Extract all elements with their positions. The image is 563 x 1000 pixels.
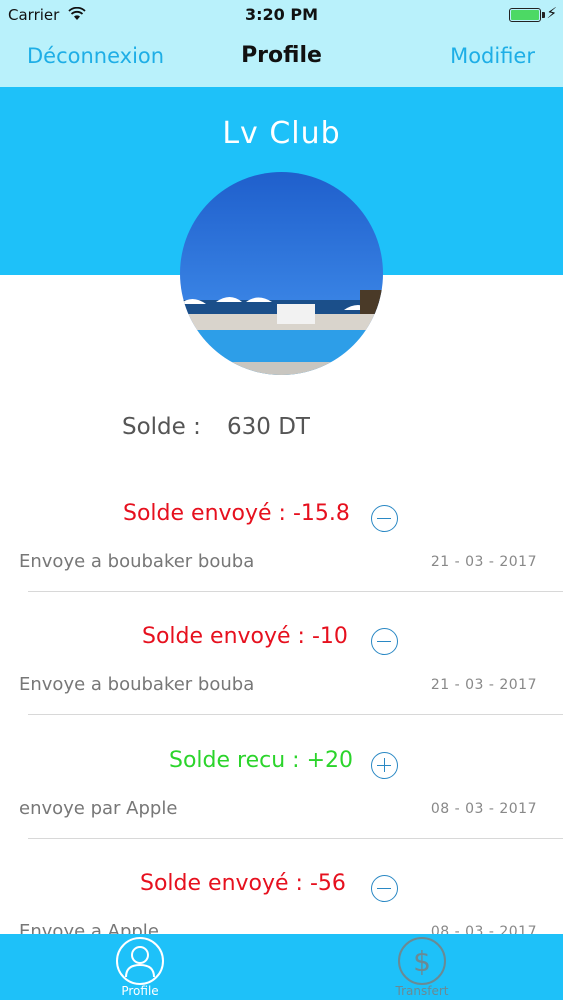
navigation-bar: Déconnexion Profile Modifier [0,30,563,87]
transaction-item: Solde envoyé : -10 Envoye a boubaker bou… [0,624,563,748]
divider [28,714,563,715]
profile-photo [180,172,383,375]
user-icon [116,937,164,985]
transaction-title: Solde envoyé : -15.8 [123,501,350,526]
charging-bolt-icon: ⚡ [546,4,557,22]
tab-label: Transfert [395,984,449,998]
plus-circle-icon[interactable] [371,752,398,779]
status-bar: Carrier 3:20 PM ⚡ [0,0,563,30]
transaction-item: Solde envoyé : -15.8 Envoye a boubaker b… [0,501,563,625]
transaction-title: Solde recu : +20 [169,748,353,773]
battery-tip [542,12,545,18]
transaction-date: 21 - 03 - 2017 [430,554,537,570]
transaction-date: 21 - 03 - 2017 [430,677,537,693]
transaction-title: Solde envoyé : -56 [140,871,346,896]
minus-circle-icon[interactable] [371,875,398,902]
balance-label: Solde : [122,414,201,440]
battery-icon [509,8,541,22]
transaction-description: envoye par Apple [19,798,178,819]
tab-transfert[interactable]: $ Transfert [362,934,482,1000]
transaction-description: Envoye a boubaker bouba [19,551,255,572]
tab-bar: Profile $ Transfert [0,934,563,1000]
minus-circle-icon[interactable] [371,628,398,655]
edit-button[interactable]: Modifier [450,44,535,68]
transaction-title: Solde envoyé : -10 [142,624,348,649]
tab-label: Profile [121,984,159,998]
minus-circle-icon[interactable] [371,505,398,532]
club-name: Lv Club [222,116,341,151]
balance-value: 630 DT [227,414,310,440]
divider [28,591,563,592]
svg-text:$: $ [413,945,431,978]
transaction-description: Envoye a boubaker bouba [19,674,255,695]
divider [28,838,563,839]
transaction-date: 08 - 03 - 2017 [430,801,537,817]
status-time: 3:20 PM [244,5,318,24]
transaction-item: Solde recu : +20 envoye par Apple 08 - 0… [0,748,563,872]
tab-profile[interactable]: Profile [80,934,200,1000]
dollar-icon: $ [398,937,446,985]
